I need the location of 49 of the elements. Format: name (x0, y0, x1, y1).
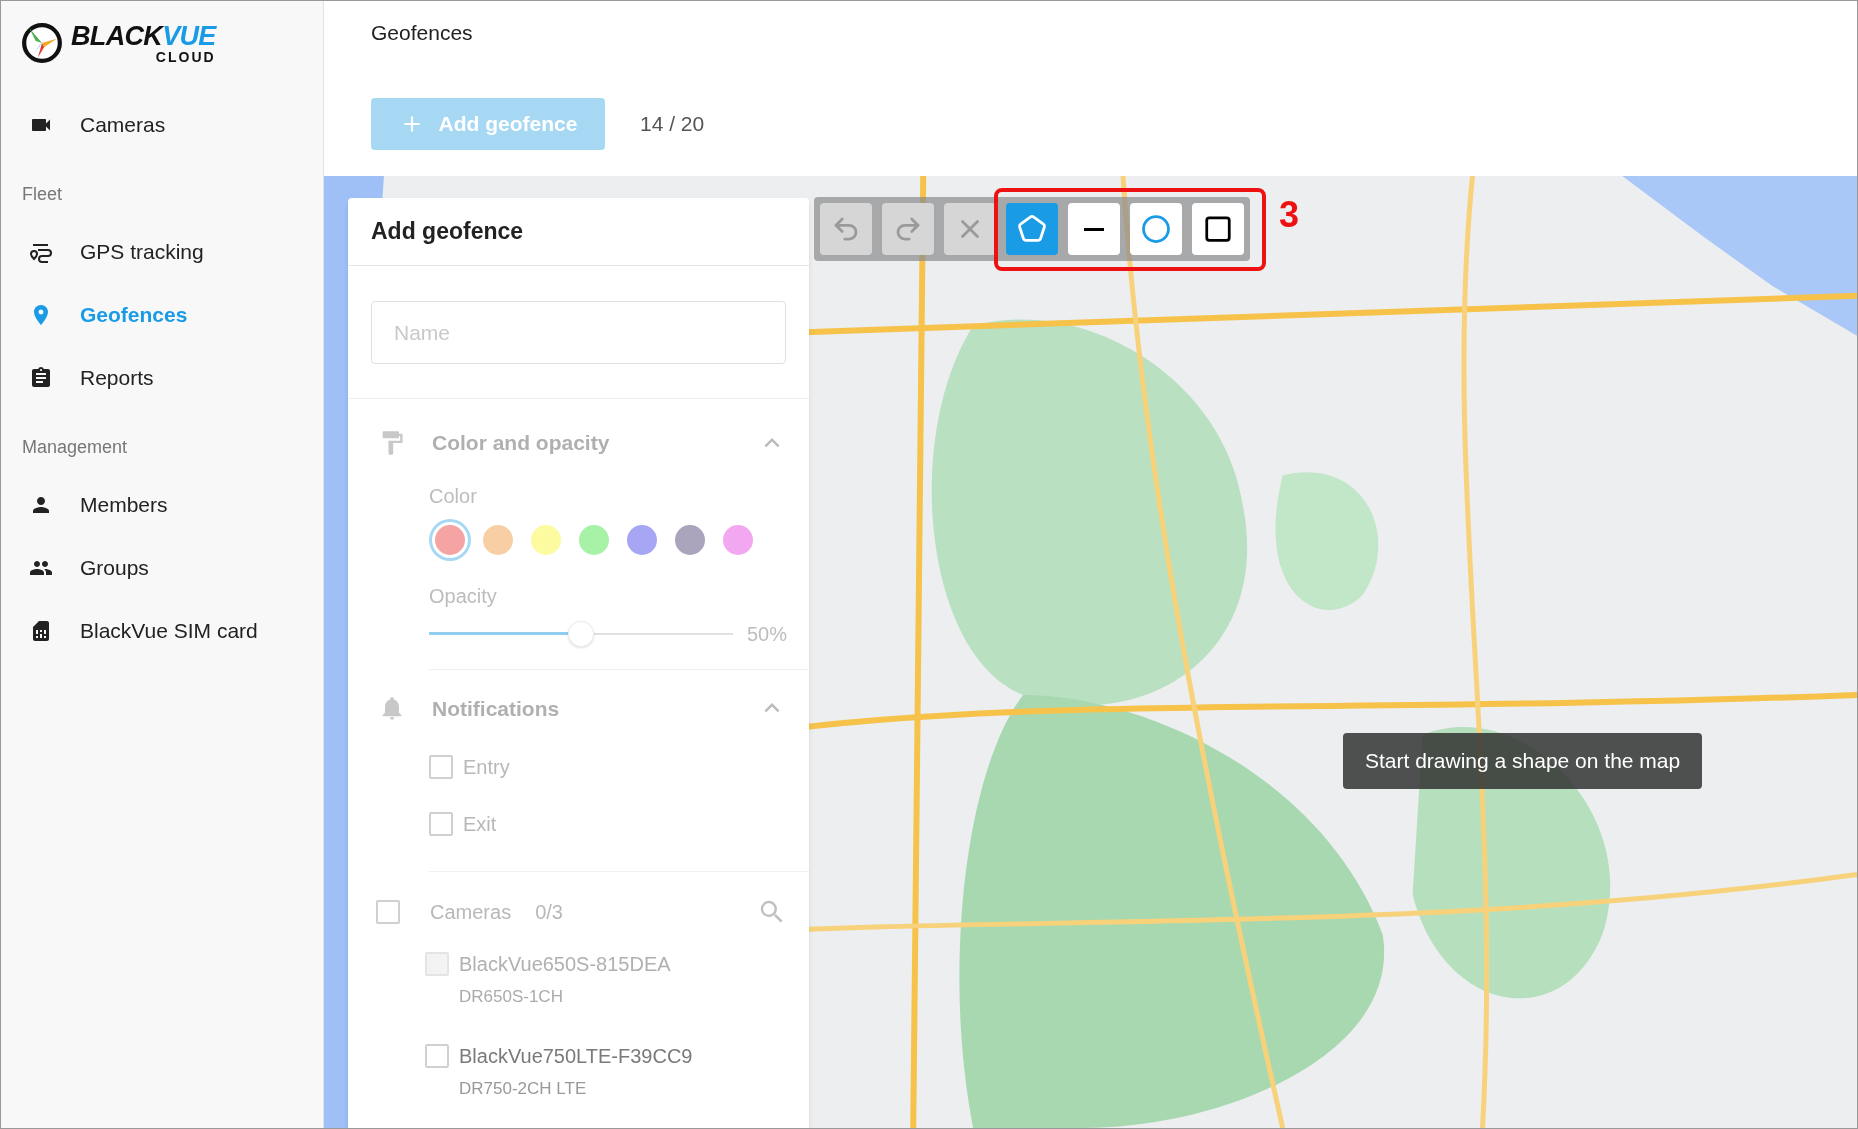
logo-icon (21, 22, 63, 64)
color-label: Color (429, 483, 478, 509)
logo-wordmark: BLACK (71, 22, 163, 50)
section-heading: Management (21, 435, 129, 459)
rectangle-tool-button[interactable] (1192, 203, 1244, 255)
clipboard-icon (29, 365, 53, 390)
panel-title: Add geofence (371, 217, 524, 247)
checkbox[interactable] (429, 812, 453, 837)
nav-item[interactable]: Members (1, 473, 323, 536)
section-title: Notifications (432, 695, 561, 722)
annotation-number: 3 (1279, 193, 1300, 237)
pentagon-icon (1017, 214, 1047, 244)
camera-model: DR750-2CH LTE (459, 1078, 588, 1100)
section-heading: Fleet (21, 182, 64, 206)
color-swatch[interactable] (675, 524, 705, 555)
nav-item[interactable]: Cameras (1, 93, 323, 156)
logo-subtitle: CLOUD (155, 49, 216, 64)
color-swatch[interactable] (579, 524, 609, 555)
checkbox[interactable] (425, 1044, 449, 1068)
camera-model: DR650S-1CH (459, 986, 564, 1008)
polygon-tool-button[interactable] (1006, 203, 1058, 255)
circle-tool-button[interactable] (1130, 203, 1182, 255)
camera-name: BlackVue750LTE-F39CC9 (459, 1044, 693, 1069)
checkbox[interactable] (429, 755, 453, 780)
color-swatch[interactable] (531, 524, 561, 555)
cameras-label: Cameras (430, 899, 512, 925)
geofence-count: 14 / 20 (640, 110, 705, 137)
nav-item[interactable]: GPS tracking (1, 220, 323, 283)
color-swatch[interactable] (723, 524, 753, 555)
line-icon (1084, 227, 1104, 231)
opacity-reading: 50% (746, 621, 787, 647)
nav-item[interactable]: Groups (1, 536, 323, 599)
page-title: Geofences (371, 20, 474, 46)
color-swatch[interactable] (627, 524, 657, 555)
opacity-slider[interactable] (429, 620, 733, 647)
opacity-label: Opacity (429, 583, 498, 609)
cameras-count: 0/3 (535, 899, 564, 925)
line-tool-button[interactable] (1068, 203, 1120, 255)
camera-name: BlackVue650S-815DEA (459, 952, 671, 977)
color-swatch[interactable] (483, 524, 513, 555)
checkbox[interactable] (376, 899, 400, 924)
nav-item[interactable]: BlackVue SIM card (1, 599, 323, 662)
nav-item[interactable]: Reports (1, 346, 323, 409)
option-label: Entry (463, 755, 510, 781)
circle-icon (1141, 214, 1171, 244)
section-title: Color and opacity (432, 430, 611, 457)
square-icon (1203, 214, 1233, 244)
option-label: Exit (463, 812, 497, 838)
map-hint-tooltip: Start drawing a shape on the map (1343, 733, 1703, 789)
